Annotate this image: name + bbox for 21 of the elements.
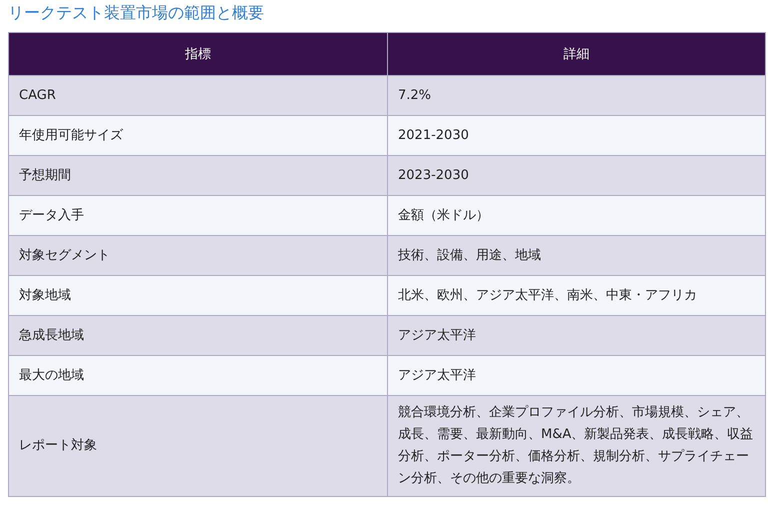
- table-cell: 2023-2030: [388, 156, 766, 196]
- table-cell: 競合環境分析、企業プロファイル分析、市場規模、シェア、成長、需要、最新動向、M&A、新製品発表、成長戦略、収益分析、ポーター分析、価格分析、規制分析、サプライチェーン分析、その他の重要な洞察。: [388, 396, 766, 496]
- table-cell: 予想期間: [8, 156, 388, 196]
- table-cell: 急成長地域: [8, 316, 388, 356]
- table-cell: 7.2%: [388, 76, 766, 116]
- table-cell: 技術、設備、用途、地域: [388, 236, 766, 276]
- table-cell: レポート対象: [8, 396, 388, 496]
- column-header: 詳細: [388, 32, 766, 76]
- table-cell: 最大の地域: [8, 356, 388, 396]
- table-cell: 対象セグメント: [8, 236, 388, 276]
- table-cell: データ入手: [8, 196, 388, 236]
- page-title: リークテスト装置市場の範囲と概要: [8, 2, 265, 24]
- table-cell: CAGR: [8, 76, 388, 116]
- column-header: 指標: [8, 32, 388, 76]
- table-cell: 金額（米ドル）: [388, 196, 766, 236]
- table-cell: 北米、欧州、アジア太平洋、南米、中東・アフリカ: [388, 276, 766, 316]
- table-cell: アジア太平洋: [388, 316, 766, 356]
- table-cell: 対象地域: [8, 276, 388, 316]
- table-cell: 2021-2030: [388, 116, 766, 156]
- table-cell: アジア太平洋: [388, 356, 766, 396]
- table-cell: 年使用可能サイズ: [8, 116, 388, 156]
